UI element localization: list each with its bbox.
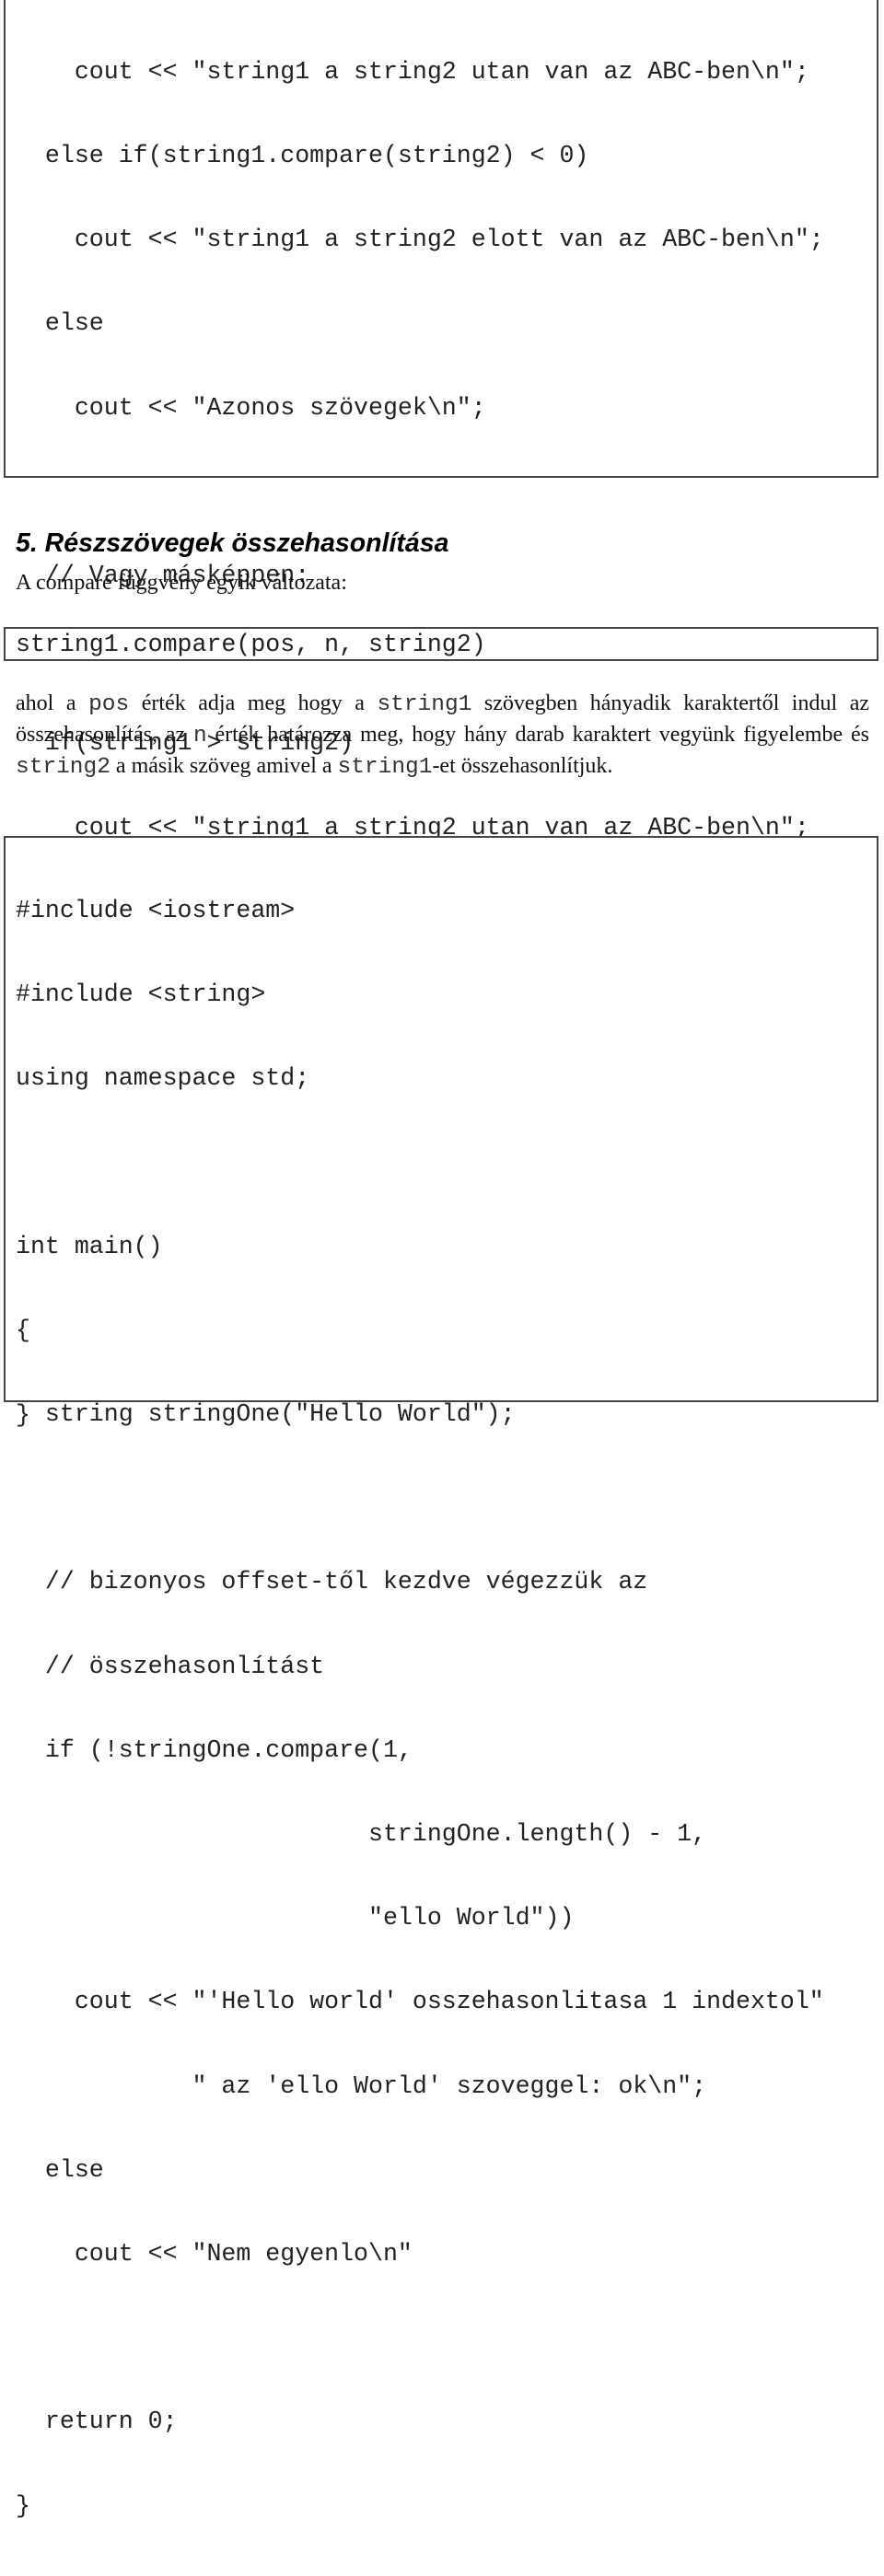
code-line: else if(string1.compare(string2) < 0) [16, 142, 589, 170]
inline-code-string1: string1 [337, 755, 433, 780]
text: ahol a [16, 691, 89, 715]
code-line: } [16, 2491, 30, 2520]
section-heading: 5. Részszövegek összehasonlítása [16, 528, 449, 558]
code-line: int main() [16, 1232, 163, 1260]
code-comment-line: // összehasonlítást [16, 1652, 325, 1680]
code-line: { [16, 1316, 30, 1344]
code-line: using namespace std; [16, 1064, 310, 1093]
text: érték adja meg hogy a [129, 691, 378, 715]
code-line: "ello World")) [16, 1904, 575, 1932]
section-intro: A compare függvény egyik változata: [16, 571, 347, 595]
text: -et összehasonlítjuk. [432, 754, 613, 778]
code-line: cout << "string1 a string2 utan van az A… [16, 57, 809, 86]
code-line: #include <iostream> [16, 896, 296, 924]
signature-box: string1.compare(pos, n, string2) [4, 627, 878, 661]
inline-code-pos: pos [88, 692, 130, 717]
code-line: return 0; [16, 2408, 178, 2436]
explanation-paragraph: ahol a pos érték adja meg hogy a string1… [16, 689, 869, 783]
code-line: stringOne.length() - 1, [16, 1820, 707, 1849]
code-listing: #include <iostream> #include <string> us… [16, 841, 824, 2576]
text: érték határozza meg, hogy hány darab kar… [206, 723, 870, 747]
inline-code-string1: string1 [377, 692, 472, 717]
inline-code-string2: string2 [16, 755, 110, 780]
code-line: if (!stringOne.compare(1, [16, 1735, 413, 1764]
code-line: " az 'ello World' szoveggel: ok\n"; [16, 2071, 707, 2100]
code-line: cout << "Azonos szövegek\n"; [16, 393, 486, 422]
code-block-comparison-continued: cout << "string1 a string2 utan van az A… [4, 0, 878, 1429]
signature-code: string1.compare(pos, n, string2) [16, 631, 486, 658]
code-line: else [16, 2155, 104, 2184]
code-line: cout << "Nem egyenlo\n" [16, 2240, 413, 2269]
code-line: cout << "'Hello world' osszehasonlitasa … [16, 1988, 824, 2016]
code-line: else [16, 309, 104, 338]
text: a másik szöveg amivel a [110, 754, 338, 778]
code-line: #include <string> [16, 981, 266, 1009]
code-comment-line: // bizonyos offset-től kezdve végezzük a… [16, 1568, 648, 1596]
inline-code-n: n [192, 724, 207, 748]
code-block-example: #include <iostream> #include <string> us… [4, 836, 878, 2520]
code-line: cout << "string1 a string2 elott van az … [16, 226, 824, 254]
